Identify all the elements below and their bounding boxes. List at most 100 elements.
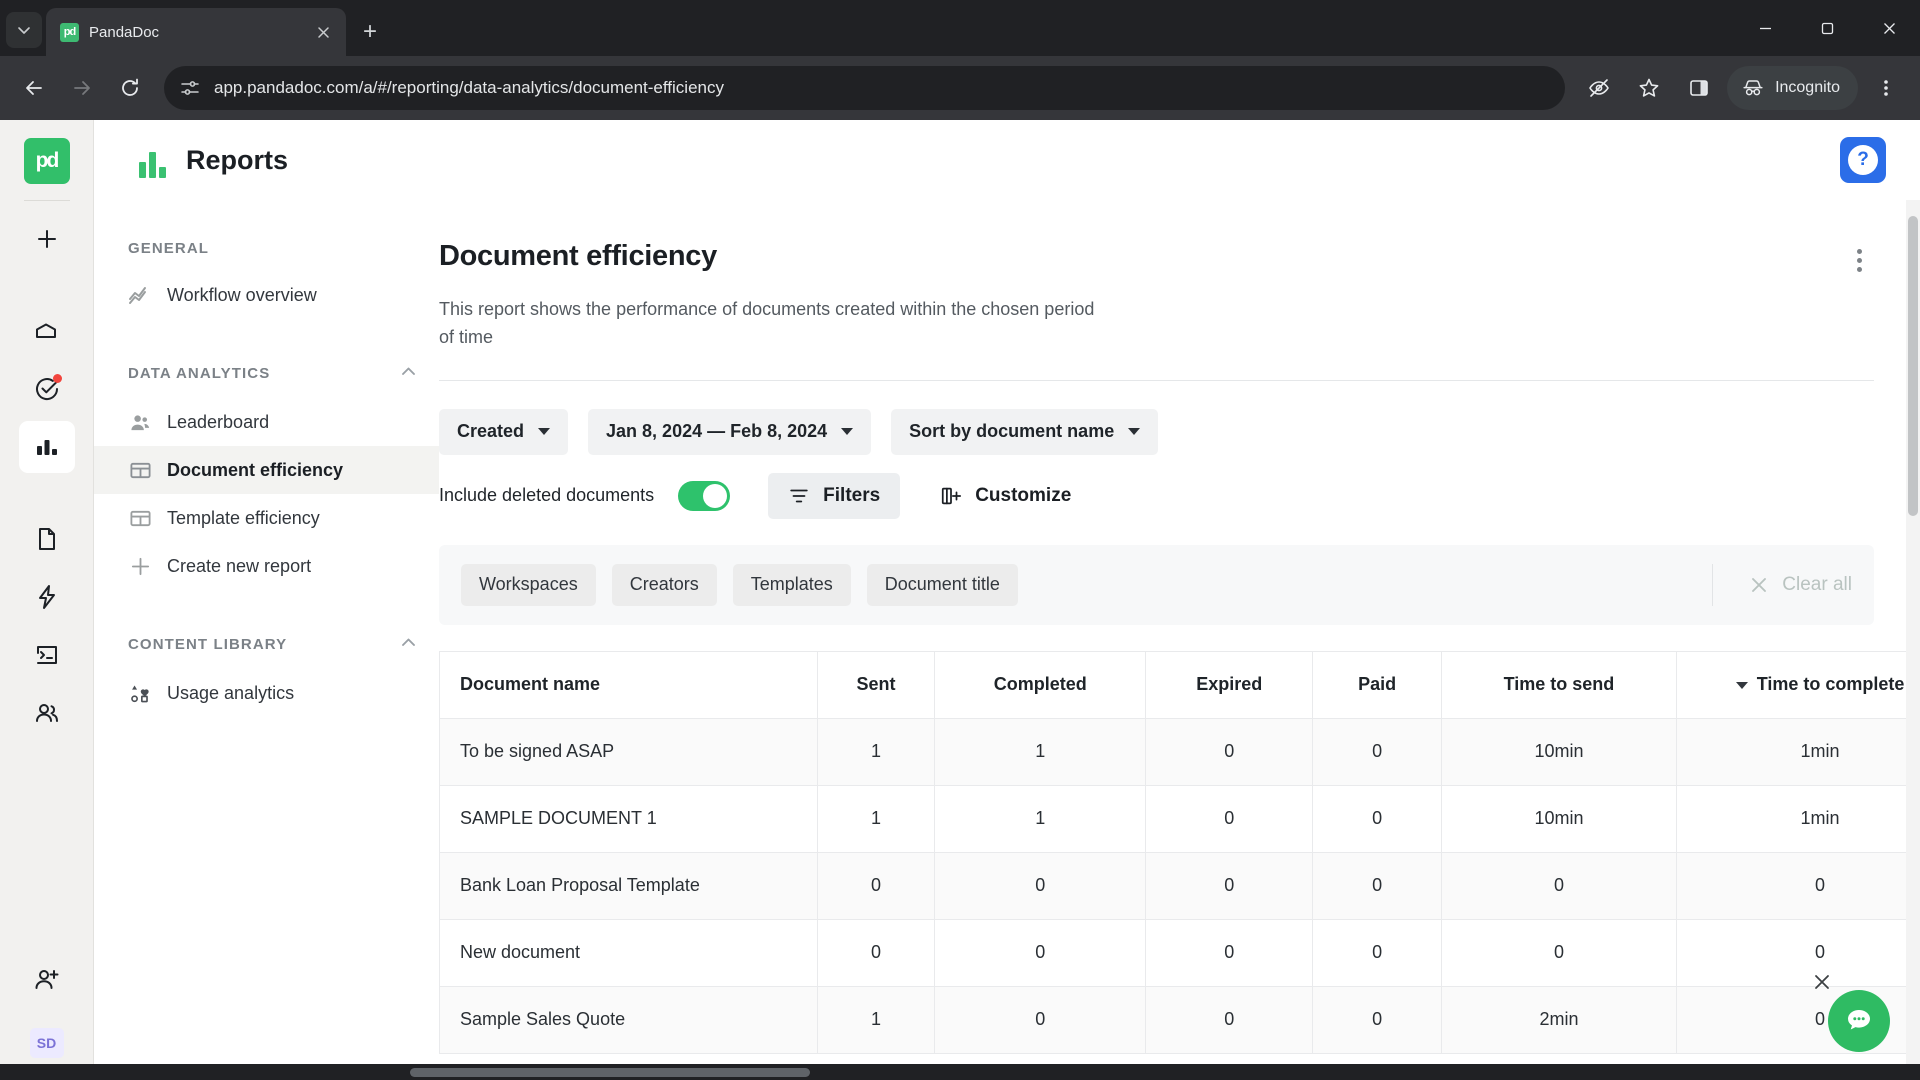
horizontal-scrollbar[interactable] xyxy=(0,1064,1920,1080)
col-paid[interactable]: Paid xyxy=(1312,650,1443,719)
filters-button[interactable]: Filters xyxy=(768,472,901,519)
bar-chart-icon xyxy=(36,440,57,455)
sidebar-section-content-library[interactable]: CONTENT LIBRARY xyxy=(94,634,439,655)
sidebar-item-document-efficiency[interactable]: Document efficiency xyxy=(94,446,439,494)
page-title: Reports xyxy=(186,144,289,175)
close-window-button[interactable] xyxy=(1858,0,1920,56)
chevron-up-icon[interactable] xyxy=(400,363,417,384)
chevron-down-icon xyxy=(538,428,551,436)
sort-dropdown[interactable]: Sort by document name xyxy=(891,408,1159,455)
col-time-to-complete[interactable]: Time to complete xyxy=(1675,650,1920,719)
rail-item-documents[interactable] xyxy=(19,513,75,565)
incognito-icon xyxy=(1743,80,1763,96)
incognito-indicator[interactable]: Incognito xyxy=(1727,66,1858,110)
clear-all-button[interactable]: Clear all xyxy=(1712,563,1852,606)
browser-tab[interactable]: pd PandaDoc xyxy=(46,8,346,56)
chip-workspaces[interactable]: Workspaces xyxy=(461,563,596,606)
document-icon xyxy=(38,528,55,550)
sidebar-item-label: Usage analytics xyxy=(167,682,295,703)
tab-search-button[interactable] xyxy=(6,12,42,48)
content-wrapper: Reports ? GENERAL Workflow overview DATA… xyxy=(94,120,1920,1080)
cell-time-to-send: 0 xyxy=(1441,918,1677,987)
table-row[interactable]: Sample Sales Quote 1 0 0 0 2min 0 xyxy=(439,985,1920,1054)
tracking-protection-button[interactable] xyxy=(1577,66,1621,110)
new-tab-button[interactable]: + xyxy=(352,14,388,50)
help-button[interactable]: ? xyxy=(1840,137,1886,183)
pandadoc-favicon: pd xyxy=(60,22,79,42)
cell-completed: 0 xyxy=(934,985,1147,1054)
sidebar-item-leaderboard[interactable]: Leaderboard xyxy=(94,398,439,446)
cell-time-to-send: 2min xyxy=(1441,985,1677,1054)
col-completed[interactable]: Completed xyxy=(934,650,1147,719)
cell-time-to-send: 0 xyxy=(1441,851,1677,920)
cell-time-to-send: 10min xyxy=(1441,784,1677,853)
address-bar[interactable]: app.pandadoc.com/a/#/reporting/data-anal… xyxy=(164,66,1566,110)
col-time-to-send[interactable]: Time to send xyxy=(1441,650,1677,719)
rail-item-tasks[interactable] xyxy=(19,363,75,415)
window-controls xyxy=(1734,0,1920,56)
cell-document-name: Sample Sales Quote xyxy=(439,985,818,1054)
customize-button[interactable]: Customize xyxy=(920,473,1091,519)
user-avatar[interactable]: SD xyxy=(29,1028,64,1058)
sidebar-item-usage-analytics[interactable]: Usage analytics xyxy=(94,669,439,717)
back-button[interactable] xyxy=(12,66,56,110)
cell-completed: 1 xyxy=(934,717,1147,786)
chat-widget-button[interactable] xyxy=(1828,990,1890,1052)
sidebar-item-create-new-report[interactable]: Create new report xyxy=(94,542,439,590)
chip-templates[interactable]: Templates xyxy=(732,563,851,606)
cell-expired: 0 xyxy=(1145,784,1314,853)
include-deleted-label: Include deleted documents xyxy=(439,485,655,506)
minimize-button[interactable] xyxy=(1734,0,1796,56)
sidebar-item-template-efficiency[interactable]: Template efficiency xyxy=(94,494,439,542)
rail-item-invite-user[interactable] xyxy=(19,954,75,1006)
table-row[interactable]: To be signed ASAP 1 1 0 0 10min 1min xyxy=(439,717,1920,786)
rail-item-forms[interactable] xyxy=(19,629,75,681)
cell-paid: 0 xyxy=(1312,717,1443,786)
chevron-down-icon xyxy=(1128,428,1141,436)
bookmark-button[interactable] xyxy=(1627,66,1671,110)
col-document-name[interactable]: Document name xyxy=(439,650,818,719)
include-deleted-toggle[interactable] xyxy=(678,480,731,511)
incognito-label: Incognito xyxy=(1775,79,1840,96)
rail-item-reports[interactable] xyxy=(18,421,75,473)
table-row[interactable]: New document 0 0 0 0 0 0 xyxy=(439,918,1920,987)
rail-item-contacts[interactable] xyxy=(19,687,75,739)
tab-close-button[interactable] xyxy=(310,19,336,45)
vertical-scrollbar-thumb[interactable] xyxy=(1908,216,1918,516)
chevron-up-icon[interactable] xyxy=(400,634,417,655)
sidebar-item-workflow-overview[interactable]: Workflow overview xyxy=(94,271,439,319)
forward-button[interactable] xyxy=(60,66,104,110)
add-user-icon xyxy=(35,970,58,989)
side-panel-icon xyxy=(1690,80,1708,96)
pandadoc-logo[interactable]: pd xyxy=(23,138,70,184)
maximize-button[interactable] xyxy=(1796,0,1858,56)
reload-icon xyxy=(122,78,138,96)
vertical-scrollbar[interactable] xyxy=(1906,200,1920,1066)
chat-close-button[interactable] xyxy=(1812,972,1832,998)
tab-title: PandaDoc xyxy=(89,23,160,41)
rail-item-home[interactable] xyxy=(19,305,75,357)
rail-item-create-new[interactable] xyxy=(19,213,75,265)
date-range-dropdown[interactable]: Jan 8, 2024 — Feb 8, 2024 xyxy=(588,408,872,455)
created-dropdown[interactable]: Created xyxy=(439,408,569,455)
table-row[interactable]: Bank Loan Proposal Template 0 0 0 0 0 0 xyxy=(439,851,1920,920)
horizontal-scrollbar-thumb[interactable] xyxy=(410,1068,810,1077)
cell-document-name: New document xyxy=(439,918,818,987)
side-panel-button[interactable] xyxy=(1677,66,1721,110)
cell-time-to-complete: 1min xyxy=(1675,784,1920,853)
reload-button[interactable] xyxy=(108,66,152,110)
people-icon xyxy=(128,410,152,434)
table-row[interactable]: SAMPLE DOCUMENT 1 1 1 0 0 10min 1min xyxy=(439,784,1920,853)
col-expired[interactable]: Expired xyxy=(1145,650,1314,719)
sidebar-section-data-analytics[interactable]: DATA ANALYTICS xyxy=(94,363,439,384)
browser-menu-button[interactable] xyxy=(1864,66,1908,110)
col-time-to-complete-label: Time to complete xyxy=(1756,674,1905,695)
rail-item-automations[interactable] xyxy=(19,571,75,623)
report-title: Document efficiency xyxy=(439,240,717,272)
report-menu-button[interactable] xyxy=(1844,240,1874,274)
chip-document-title[interactable]: Document title xyxy=(866,563,1018,606)
clear-all-label: Clear all xyxy=(1782,573,1852,595)
bar-chart-icon xyxy=(134,142,170,178)
chip-creators[interactable]: Creators xyxy=(611,563,717,606)
col-sent[interactable]: Sent xyxy=(816,650,936,719)
